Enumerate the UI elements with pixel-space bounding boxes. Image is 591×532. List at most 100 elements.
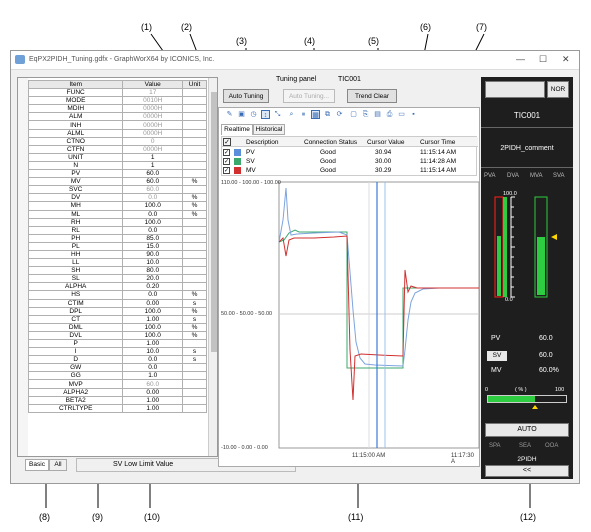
trend-chart[interactable]: [219, 180, 481, 468]
maximize-icon[interactable]: ☐: [539, 54, 547, 65]
trend-clear-button[interactable]: Trend Clear: [347, 89, 397, 103]
param-value[interactable]: 1: [122, 152, 184, 162]
param-value[interactable]: 1.00: [122, 403, 184, 413]
table-row[interactable]: ALML 0000H: [27, 128, 207, 138]
pen-row[interactable]: ✓ MV Good 30.29 11:15:14 AM: [222, 166, 478, 175]
print-icon[interactable]: ⎙: [385, 110, 394, 119]
tab-basic[interactable]: Basic: [25, 459, 49, 471]
table-row[interactable]: ALPHA2 0.00: [27, 387, 207, 397]
table-row[interactable]: PV 60.0: [27, 169, 207, 179]
col-header-unit[interactable]: Unit: [182, 79, 207, 90]
table-row[interactable]: PH 85.0: [27, 233, 207, 243]
mode-button[interactable]: NOR: [547, 81, 569, 98]
save-image-icon[interactable]: ▣: [237, 110, 246, 119]
table-row[interactable]: I 10.0 s: [27, 347, 207, 357]
param-value[interactable]: 1.00: [122, 395, 184, 405]
sv-button[interactable]: SV: [487, 351, 507, 361]
disk-icon[interactable]: ▪: [409, 110, 418, 119]
zoom-x-icon[interactable]: ⤡: [273, 110, 282, 119]
folder-icon[interactable]: ▭: [397, 110, 406, 119]
pen-visible-checkbox[interactable]: ✓: [223, 167, 230, 174]
param-value[interactable]: 100.0: [122, 217, 184, 227]
table-row[interactable]: MV 60.0%: [27, 177, 207, 187]
param-value[interactable]: 0.0: [122, 209, 184, 219]
pen-visible-checkbox[interactable]: ✓: [223, 158, 230, 165]
col-cursor-time[interactable]: Cursor Time: [420, 139, 455, 146]
faceplate-blank-button[interactable]: [485, 81, 545, 98]
param-value[interactable]: 60.0: [122, 177, 184, 187]
pen-row[interactable]: ✓ SV Good 30.00 11:14:28 AM: [222, 157, 478, 166]
edit-icon[interactable]: ✎: [225, 110, 234, 119]
zoom-icon[interactable]: ⌕: [287, 110, 296, 119]
minimize-icon[interactable]: —: [516, 54, 525, 64]
table-row[interactable]: BETA2 1.00: [27, 395, 207, 405]
parameter-scrollbar[interactable]: [208, 78, 217, 456]
col-description[interactable]: Description: [246, 139, 279, 146]
table-row[interactable]: N1: [27, 160, 207, 171]
table-row[interactable]: ML 0.0%: [27, 209, 207, 219]
export-icon[interactable]: ⎘: [361, 110, 370, 119]
tab-realtime[interactable]: Realtime: [221, 124, 253, 135]
data-icon[interactable]: ▤: [373, 110, 382, 119]
table-row[interactable]: DPL 100.0%: [27, 306, 207, 316]
table-row[interactable]: SVC 60.0: [27, 185, 207, 195]
param-value[interactable]: 10.0: [122, 258, 184, 268]
table-row[interactable]: SL 20.0: [27, 274, 207, 284]
auto-tuning-button[interactable]: Auto Tuning: [223, 89, 269, 103]
table-row[interactable]: DVL 100.0%: [27, 330, 207, 341]
param-value[interactable]: 100.0: [122, 322, 184, 332]
tab-historical[interactable]: Historical: [253, 124, 285, 135]
table-row[interactable]: D 0.0 s: [27, 355, 207, 365]
param-value[interactable]: 1.00: [122, 314, 184, 324]
param-value[interactable]: 15.0: [122, 241, 184, 251]
param-value[interactable]: 0.0: [122, 355, 184, 365]
param-value[interactable]: 100.0: [122, 306, 184, 316]
pause-icon[interactable]: ⏸: [299, 110, 308, 119]
param-value[interactable]: 0.0: [122, 290, 184, 300]
param-value[interactable]: 10.0: [122, 347, 184, 357]
refresh-icon[interactable]: ⟳: [335, 110, 344, 119]
table-row[interactable]: CTIM 0.00 s: [27, 298, 207, 308]
col-cursor-value[interactable]: Cursor Value: [367, 139, 404, 146]
select-all-checkbox[interactable]: ✓: [223, 138, 231, 146]
table-row[interactable]: INH 0000H: [27, 120, 207, 130]
table-row[interactable]: PL 15.0: [27, 241, 207, 251]
pen-visible-checkbox[interactable]: ✓: [223, 149, 230, 156]
table-row[interactable]: MODE 0010H: [27, 96, 207, 106]
close-icon[interactable]: ✕: [562, 54, 570, 65]
table-row[interactable]: GW 0.0: [27, 363, 207, 373]
table-row[interactable]: DML 100.0%: [27, 322, 207, 332]
param-value[interactable]: 0.0: [122, 363, 184, 373]
param-value[interactable]: 20.0: [122, 274, 184, 284]
table-row[interactable]: P 1.00: [27, 338, 207, 349]
table-row[interactable]: RH 100.0: [27, 217, 207, 227]
param-value[interactable]: 100.0: [122, 330, 184, 341]
table-row[interactable]: GG 1.0: [27, 371, 207, 381]
table-row[interactable]: FUNC 17: [27, 88, 207, 98]
param-value[interactable]: 85.0: [122, 233, 184, 243]
auto-button[interactable]: AUTO: [485, 423, 569, 437]
table-row[interactable]: CTNO 0: [27, 136, 207, 146]
param-value[interactable]: 1.00: [122, 338, 184, 349]
table-row[interactable]: MH 100.0%: [27, 201, 207, 211]
table-row[interactable]: CTFN 0000H: [27, 144, 207, 154]
param-value[interactable]: 80.0: [122, 266, 184, 276]
table-row[interactable]: LL 10.0: [27, 258, 207, 268]
copy-icon[interactable]: ⧉: [323, 110, 332, 119]
param-value[interactable]: 0.0: [122, 225, 184, 235]
param-value[interactable]: 100.0: [122, 201, 184, 211]
param-value[interactable]: 90.0: [122, 249, 184, 260]
tab-all[interactable]: All: [49, 459, 67, 471]
col-header-item[interactable]: Item: [27, 79, 124, 90]
table-row[interactable]: CTRLTYPE 1.00: [27, 403, 207, 413]
collapse-button[interactable]: <<: [485, 465, 569, 477]
col-header-value[interactable]: Value: [122, 79, 184, 90]
table-row[interactable]: ALM 0000H: [27, 112, 207, 122]
table-row[interactable]: HH 90.0: [27, 249, 207, 260]
param-value[interactable]: 0.00: [122, 387, 184, 397]
table-row[interactable]: MDIH 0000H: [27, 104, 207, 114]
table-row[interactable]: RL 0.0: [27, 225, 207, 235]
pen-row[interactable]: ✓ PV Good 30.94 11:15:14 AM: [222, 148, 478, 157]
table-row[interactable]: HS 0.0%: [27, 290, 207, 300]
table-row[interactable]: CT 1.00 s: [27, 314, 207, 324]
